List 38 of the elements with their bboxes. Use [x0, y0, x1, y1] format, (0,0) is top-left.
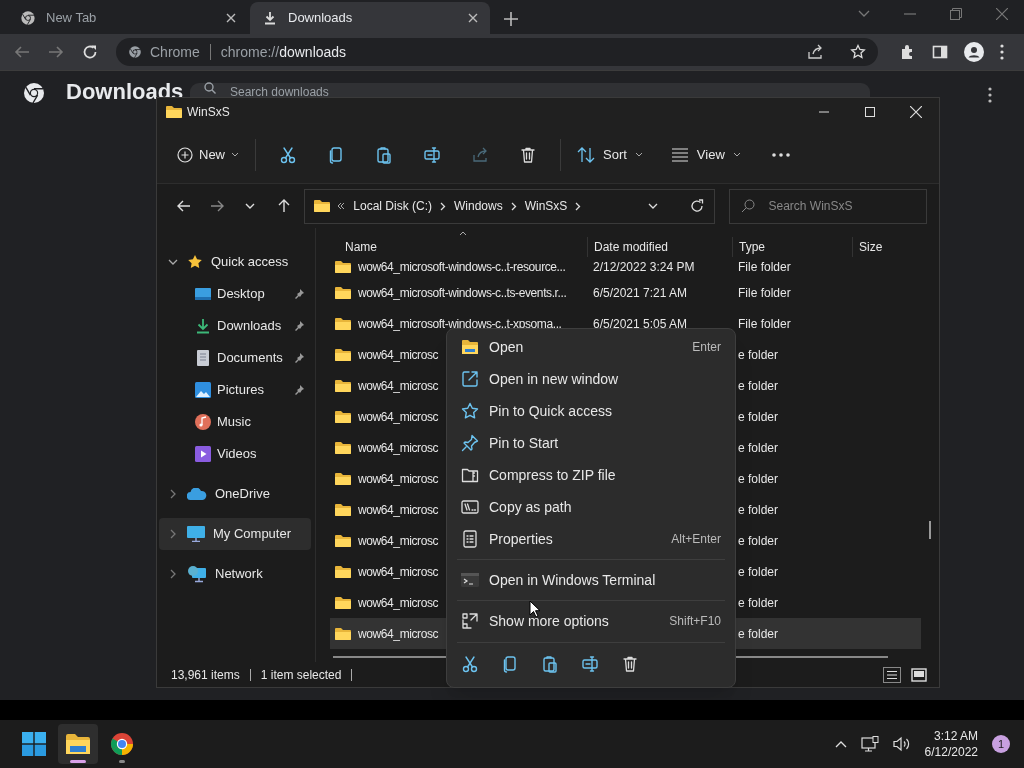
file-name: wow64_microsc — [358, 501, 439, 519]
type-text: e folder — [738, 347, 779, 362]
type-text: e folder — [738, 533, 779, 548]
file-name: wow64_microsc — [358, 563, 439, 581]
file-name: wow64_microsc — [358, 408, 439, 426]
window-title: WinSxS — [187, 104, 230, 121]
file-name: wow64_microsoft-windows-c..t-resource... — [358, 259, 566, 276]
type-text: File folder — [738, 260, 791, 275]
file-name: wow64_microsc — [358, 470, 439, 488]
shortcut-text: Alt+Enter — [671, 531, 721, 548]
date-text: 6/5/2021 7:21 AM — [593, 285, 688, 300]
type-text: e folder — [738, 564, 779, 579]
file-name: wow64_microsoft-windows-c..t-xpsoma... — [358, 315, 562, 333]
url-text: chrome://downloads — [220, 42, 348, 62]
site-label: Chrome — [150, 42, 200, 62]
shortcut-text: Enter — [692, 339, 721, 356]
type-text: File folder — [738, 285, 791, 300]
type-text: e folder — [738, 471, 779, 486]
type-text: e folder — [738, 378, 779, 393]
file-name: wow64_microsc — [358, 594, 439, 612]
shortcut-text: Shift+F10 — [669, 613, 721, 630]
selection-count: 1 item selected — [260, 666, 342, 684]
type-text: e folder — [738, 626, 779, 641]
type-text: e folder — [738, 409, 779, 424]
type-text: e folder — [738, 595, 779, 610]
item-count: 13,961 items — [171, 666, 240, 684]
page-title: Downloads — [66, 79, 184, 105]
type-text: e folder — [738, 440, 779, 455]
date-text: 6/5/2021 5:05 AM — [593, 316, 688, 331]
type-text: e folder — [738, 502, 779, 517]
file-name: wow64_microsc — [358, 439, 439, 457]
file-name: wow64_microsc — [358, 377, 439, 395]
file-name: wow64_microsc — [358, 346, 439, 364]
type-text: File folder — [738, 316, 791, 331]
date-text: 2/12/2022 3:24 PM — [593, 260, 695, 275]
file-name: wow64_microsoft-windows-c..ts-events.r... — [358, 284, 567, 302]
file-name: wow64_microsc — [358, 532, 439, 550]
file-name: wow64_microsc — [358, 625, 439, 643]
